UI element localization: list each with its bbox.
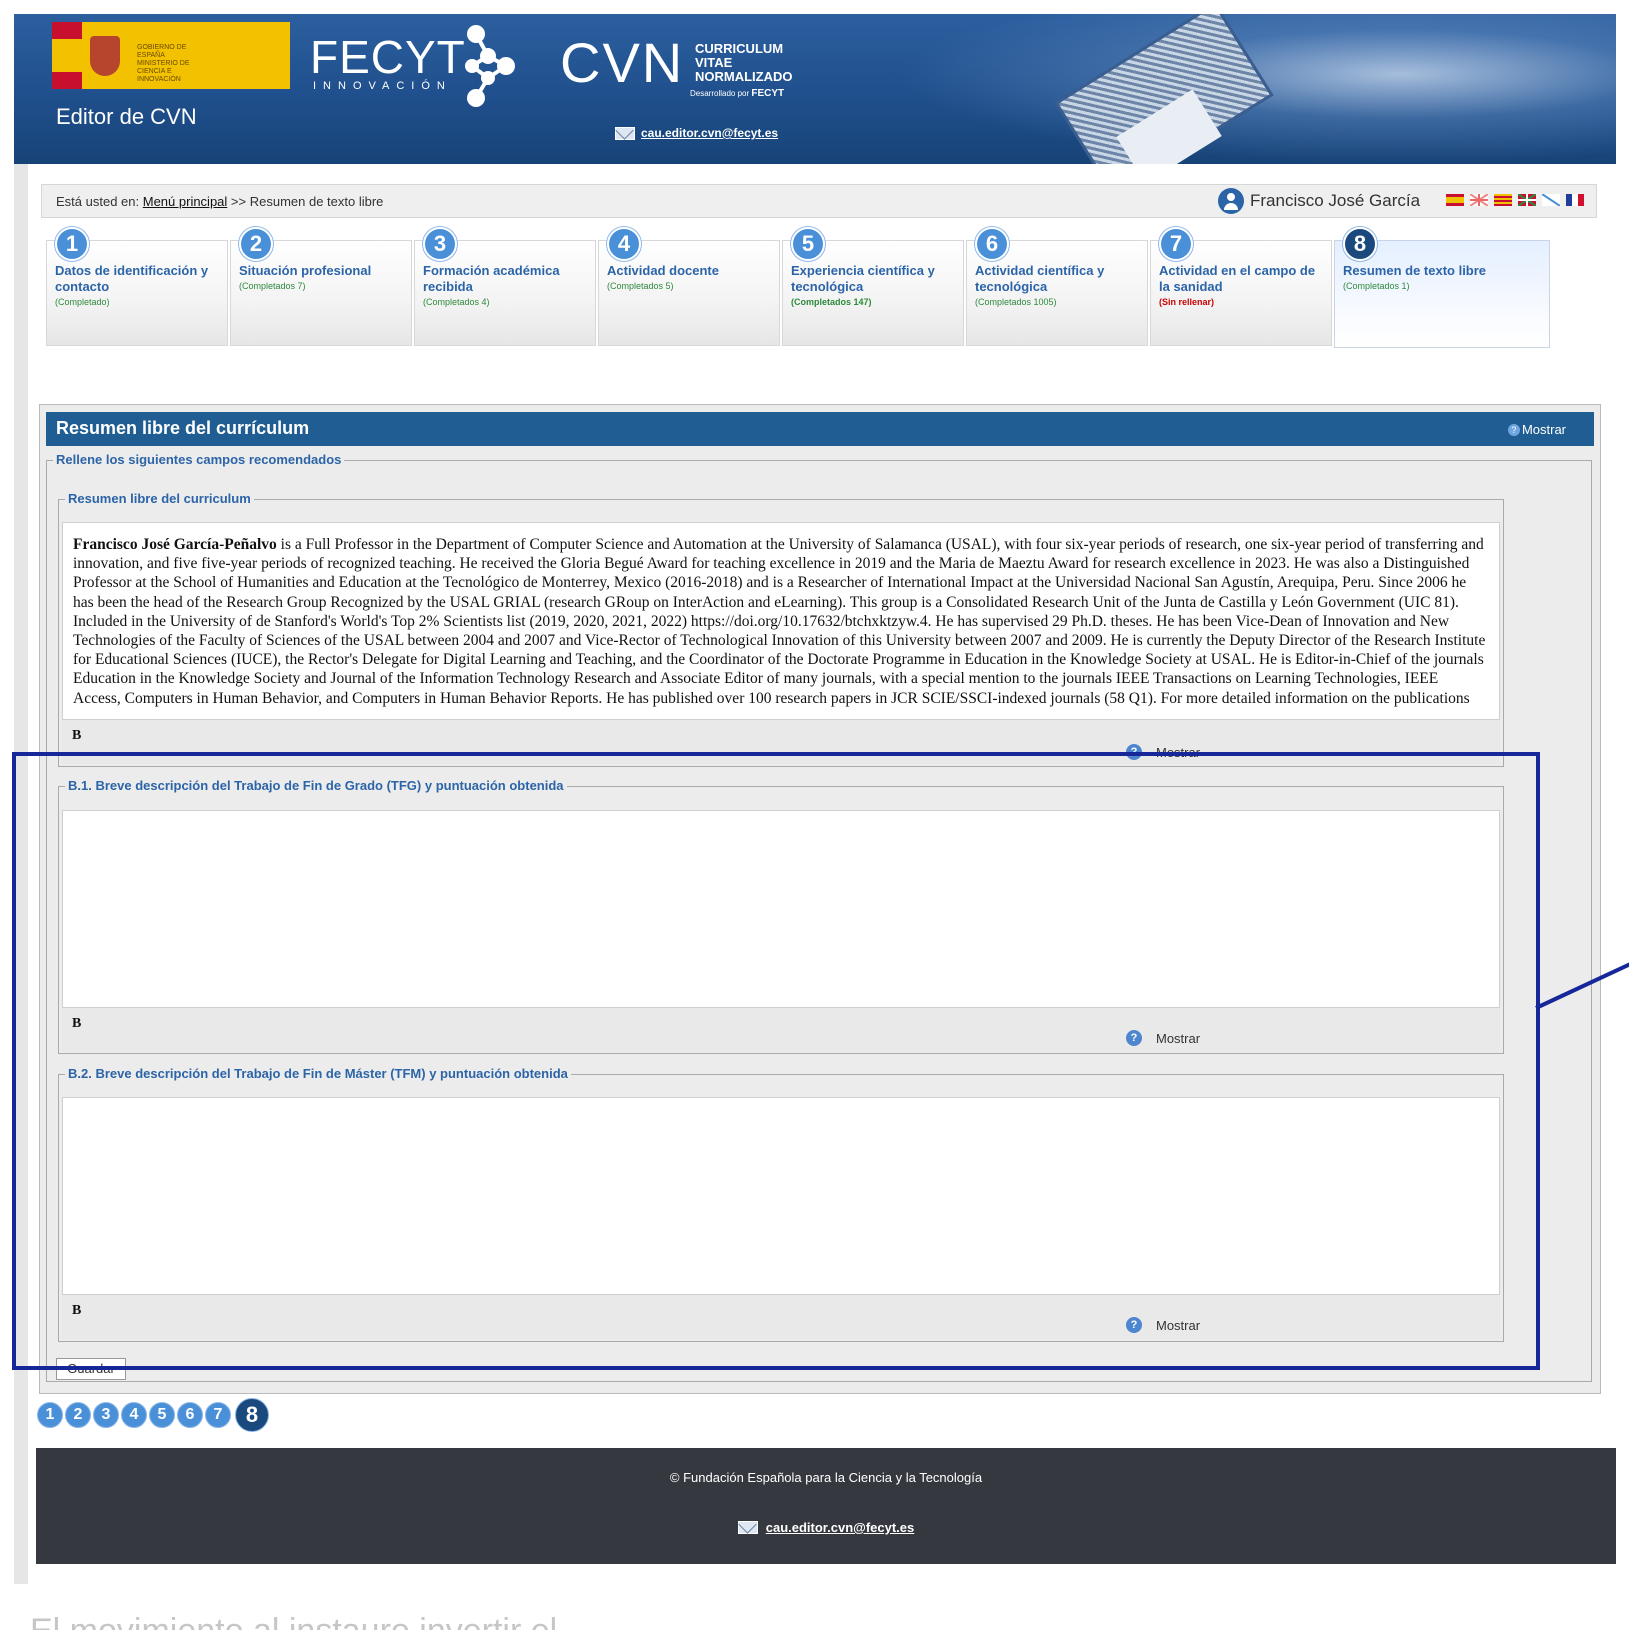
tab-step-8[interactable]: 8 Resumen de texto libre (Completados 1) (1334, 227, 1550, 348)
form-help-label: Mostrar (1521, 422, 1566, 437)
caption-text: El movimiento al instauro invertir el (30, 1612, 557, 1630)
tab-step-number: 6 (975, 227, 1009, 261)
page-step-8[interactable]: 8 (235, 1398, 269, 1432)
government-logo: GOBIERNO DE ESPAÑA MINISTERIO DE CIENCIA… (52, 22, 290, 89)
breadcrumb-prefix: Está usted en: (56, 194, 140, 209)
tab-step-number: 3 (423, 227, 457, 261)
cvn-developed-by-brand: FECYT (751, 88, 785, 99)
fecyt-mark-icon (465, 25, 515, 107)
tab-status: (Completado) (55, 297, 110, 307)
annotation-highlight-box (12, 752, 1540, 1370)
tab-step-number: 4 (607, 227, 641, 261)
breadcrumb-separator: >> (230, 194, 247, 209)
coat-of-arms-icon (82, 22, 127, 89)
page-step-2[interactable]: 2 (65, 1402, 91, 1428)
user-name: Francisco José García (1250, 191, 1421, 210)
language-selector (1446, 194, 1584, 206)
footer-email-link[interactable]: cau.editor.cvn@fecyt.es (36, 1520, 1616, 1535)
tab-title: Actividad docente (607, 263, 719, 278)
gl-flag-icon[interactable] (1542, 194, 1560, 206)
es-flag-icon[interactable] (1446, 194, 1464, 206)
tab-status: (Completados 1) (1343, 281, 1410, 291)
header-email-text: cau.editor.cvn@fecyt.es (641, 126, 779, 140)
tab-step-number: 8 (1343, 227, 1377, 261)
user-menu[interactable]: Francisco José García (1218, 188, 1420, 214)
ca-flag-icon[interactable] (1494, 194, 1512, 206)
user-icon (1218, 188, 1244, 214)
summary-legend: Resumen libre del curriculum (65, 491, 254, 506)
tab-status: (Completados 4) (423, 297, 490, 307)
tab-step-3[interactable]: 3 Formación académica recibida (Completa… (414, 227, 596, 346)
tab-step-1[interactable]: 1 Datos de identificación y contacto (Co… (46, 227, 228, 346)
cvn-logo: CVN (560, 31, 685, 94)
tab-title: Actividad científica y tecnológica (975, 263, 1105, 294)
tab-step-7[interactable]: 7 Actividad en el campo de la sanidad (S… (1150, 227, 1332, 346)
tab-status: (Completados 1005) (975, 297, 1057, 307)
cvn-developed-by: Desarrollado por FECYT (690, 88, 784, 99)
tab-status: (Sin rellenar) (1159, 297, 1215, 307)
tab-step-4[interactable]: 4 Actividad docente (Completados 5) (598, 227, 780, 346)
tab-step-5[interactable]: 5 Experiencia científica y tecnológica (… (782, 227, 964, 346)
page-step-3[interactable]: 3 (93, 1402, 119, 1428)
tab-title: Resumen de texto libre (1343, 263, 1487, 278)
tab-step-number: 1 (55, 227, 89, 261)
footer: © Fundación Española para la Ciencia y l… (36, 1448, 1616, 1564)
envelope-icon (615, 126, 635, 140)
tab-step-number: 7 (1159, 227, 1193, 261)
tab-title: Formación académica recibida (423, 263, 560, 294)
summary-editor[interactable]: Francisco José García-Peñalvo is a Full … (62, 522, 1500, 720)
tab-title: Datos de identificación y contacto (55, 263, 209, 294)
form-header: Resumen libre del currículum ? Mostrar (46, 412, 1594, 446)
bold-button[interactable]: B (72, 728, 81, 744)
editor-title: Editor de CVN (56, 104, 197, 129)
step-pagination: 1 2 3 4 5 6 7 8 (37, 1398, 271, 1432)
fecyt-logo: FECYT (310, 31, 466, 83)
fr-flag-icon[interactable] (1566, 194, 1584, 206)
tab-status: (Completados 5) (607, 281, 674, 291)
summary-editor-content: Francisco José García-Peñalvo is a Full … (63, 523, 1499, 719)
tab-status: (Completados 147) (791, 297, 872, 307)
envelope-icon (737, 1521, 758, 1534)
tab-step-number: 5 (791, 227, 825, 261)
page-step-6[interactable]: 6 (177, 1402, 203, 1428)
page-step-7[interactable]: 7 (205, 1402, 231, 1428)
fecyt-logo-subtitle: INNOVACIÓN (313, 80, 452, 92)
tab-title: Experiencia científica y tecnológica (791, 263, 935, 294)
tab-step-6[interactable]: 6 Actividad científica y tecnológica (Co… (966, 227, 1148, 346)
cvn-logo-subtitle: CURRICULUM VITAE NORMALIZADO (695, 41, 793, 84)
summary-author: Francisco José García-Peñalvo (73, 536, 277, 553)
form-title: Resumen libre del currículum (56, 418, 310, 438)
uk-flag-icon[interactable] (1470, 194, 1488, 206)
form-help-toggle[interactable]: ? Mostrar (1507, 422, 1566, 437)
page-step-5[interactable]: 5 (149, 1402, 175, 1428)
tab-step-number: 2 (239, 227, 273, 261)
government-logo-text: GOBIERNO DE ESPAÑA MINISTERIO DE CIENCIA… (137, 44, 190, 83)
summary-text: is a Full Professor in the Department of… (73, 536, 1486, 707)
cvn-developed-by-prefix: Desarrollado por (690, 89, 750, 98)
tab-step-2[interactable]: 2 Situación profesional (Completados 7) (230, 227, 412, 346)
help-icon: ? (1507, 423, 1520, 436)
header-email-link[interactable]: cau.editor.cvn@fecyt.es (615, 126, 778, 140)
spain-flag-icon (52, 22, 82, 89)
footer-email-text: cau.editor.cvn@fecyt.es (765, 1520, 915, 1535)
tab-title: Situación profesional (239, 263, 372, 278)
breadcrumb-link-main-menu[interactable]: Menú principal (143, 194, 228, 209)
tab-title: Actividad en el campo de la sanidad (1159, 263, 1316, 294)
page-step-1[interactable]: 1 (37, 1402, 63, 1428)
recommended-fields-legend: Rellene los siguientes campos recomendad… (53, 452, 345, 467)
footer-copyright: © Fundación Española para la Ciencia y l… (669, 1470, 983, 1485)
eu-flag-icon[interactable] (1518, 194, 1536, 206)
page-step-4[interactable]: 4 (121, 1402, 147, 1428)
breadcrumb-current: Resumen de texto libre (249, 194, 384, 209)
tab-status: (Completados 7) (239, 281, 306, 291)
